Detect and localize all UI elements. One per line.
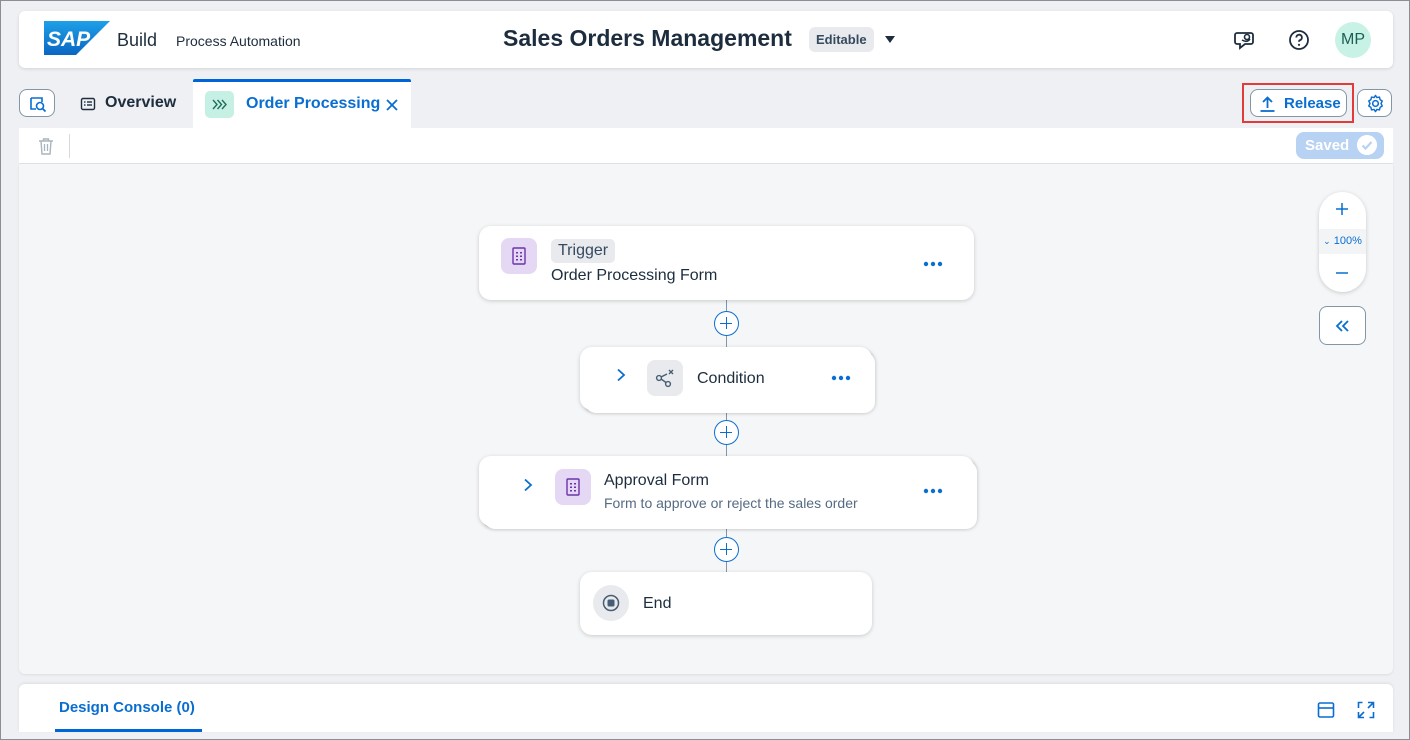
zoom-control: ⌄ 100%: [1319, 192, 1366, 292]
stop-icon: [593, 585, 629, 621]
settings-button[interactable]: [1357, 89, 1392, 117]
trigger-chip: Trigger: [551, 239, 616, 263]
end-title: End: [643, 595, 672, 612]
release-button-label: Release: [1284, 95, 1341, 112]
search-tabs-button[interactable]: [19, 89, 55, 117]
trigger-title: Order Processing Form: [551, 267, 718, 284]
status-badge: Editable: [809, 27, 874, 52]
chevron-right-icon[interactable]: [523, 478, 533, 492]
checkmark-icon: [1357, 135, 1377, 155]
design-console-label: Design Console (0): [59, 699, 195, 716]
condition-card[interactable]: Condition: [580, 347, 872, 410]
condition-title: Condition: [697, 370, 765, 387]
tab-overview-label: Overview: [105, 94, 177, 111]
form-icon: [555, 469, 591, 505]
shell-bar: SAP Build Process Automation Sales Order…: [19, 11, 1393, 68]
double-chevron-left-icon: [1335, 320, 1349, 332]
delete-icon[interactable]: [38, 137, 54, 155]
tab-order-processing[interactable]: Order Processing: [193, 79, 411, 128]
panel-layout-icon[interactable]: [1317, 701, 1335, 719]
product-name: Process Automation: [176, 33, 301, 49]
end-card[interactable]: End: [580, 572, 872, 635]
release-button[interactable]: Release: [1250, 89, 1347, 117]
project-title: Sales Orders Management: [503, 25, 792, 51]
project-menu-caret-icon[interactable]: [885, 36, 895, 43]
more-options-icon[interactable]: [923, 261, 943, 267]
avatar[interactable]: MP: [1335, 22, 1371, 58]
trigger-card[interactable]: Trigger Order Processing Form: [479, 226, 974, 300]
chevron-right-icon[interactable]: [616, 368, 626, 382]
logo-text: SAP: [47, 28, 91, 51]
zoom-level: 100%: [1333, 235, 1362, 247]
help-icon[interactable]: [1287, 28, 1311, 52]
process-icon: [205, 91, 234, 118]
more-options-icon[interactable]: [923, 488, 943, 494]
brand-name: Build: [117, 30, 158, 50]
approval-form-card[interactable]: Approval Form Form to approve or reject …: [479, 456, 974, 526]
feedback-icon[interactable]: [1233, 28, 1257, 52]
approval-form-title: Approval Form: [604, 472, 709, 489]
add-step-button[interactable]: [714, 420, 739, 445]
search-icon: [30, 97, 47, 113]
toolbar-separator: [69, 134, 70, 158]
condition-icon: [647, 360, 683, 396]
collapse-panel-button[interactable]: [1319, 306, 1366, 345]
tab-design-console[interactable]: Design Console (0): [55, 684, 202, 732]
zoom-level-select[interactable]: ⌄ 100%: [1319, 229, 1366, 254]
tab-overview[interactable]: Overview: [71, 81, 191, 127]
close-icon[interactable]: [385, 98, 399, 112]
upload-icon: [1260, 96, 1275, 112]
chevron-down-icon: ⌄: [1323, 236, 1331, 246]
more-options-icon[interactable]: [831, 375, 851, 381]
overview-icon: [80, 97, 96, 111]
design-console: Design Console (0): [19, 684, 1393, 732]
saved-label: Saved: [1305, 137, 1350, 154]
saved-status-button: Saved: [1296, 132, 1384, 159]
tab-order-processing-label: Order Processing: [246, 95, 381, 112]
gear-icon: [1368, 94, 1383, 113]
editor-toolbar: Saved: [19, 128, 1393, 164]
approval-form-subtitle: Form to approve or reject the sales orde…: [604, 495, 858, 511]
sap-logo[interactable]: SAP: [44, 21, 110, 55]
add-step-button[interactable]: [714, 311, 739, 336]
maximize-icon[interactable]: [1357, 701, 1375, 719]
zoom-out-icon[interactable]: [1335, 266, 1349, 280]
form-icon: [501, 238, 537, 274]
add-step-button[interactable]: [714, 537, 739, 562]
zoom-in-icon[interactable]: [1335, 202, 1349, 216]
